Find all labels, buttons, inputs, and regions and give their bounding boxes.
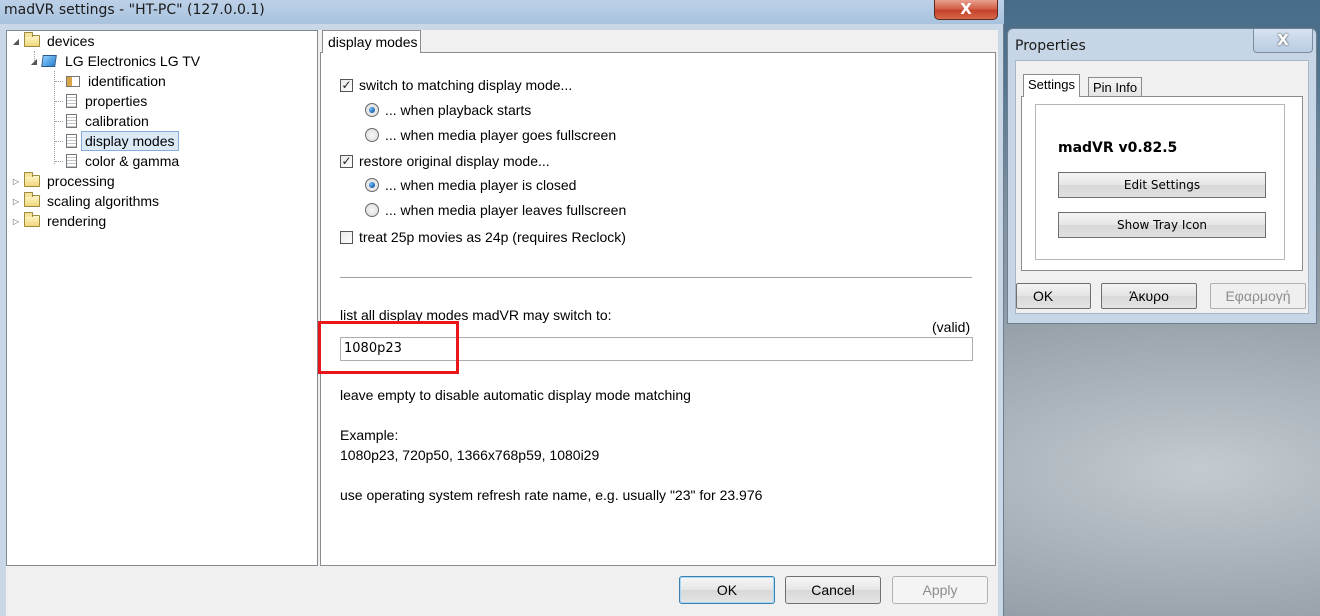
tree-connector — [54, 71, 55, 164]
properties-window: Properties X Settings Pin Info madVR v0.… — [1007, 28, 1317, 324]
monitor-icon — [41, 55, 57, 67]
checkbox-box[interactable] — [340, 230, 353, 244]
checkbox-label: treat 25p movies as 24p (requires Recloc… — [359, 229, 626, 245]
tree-item-label: rendering — [47, 213, 107, 229]
tree-item-rendering[interactable]: ▷ rendering — [11, 211, 110, 231]
show-tray-icon-button[interactable]: Show Tray Icon — [1058, 212, 1266, 238]
restore-original-checkbox[interactable]: ✓ restore original display mode... — [340, 153, 550, 169]
properties-apply-button[interactable]: Εφαρμογή — [1210, 283, 1306, 309]
collapse-triangle-icon[interactable]: ◢ — [11, 37, 21, 46]
section-divider — [340, 277, 972, 279]
madvr-settings-window: madVR settings - "HT-PC" (127.0.0.1) X ◢… — [0, 0, 1004, 616]
document-icon — [66, 134, 77, 148]
treat-25p-checkbox[interactable]: treat 25p movies as 24p (requires Recloc… — [340, 229, 626, 245]
tree-item-label: scaling algorithms — [47, 193, 160, 209]
edit-settings-button[interactable]: Edit Settings — [1058, 172, 1266, 198]
example-values: 1080p23, 720p50, 1366x768p59, 1080i29 — [340, 447, 600, 463]
player-closed-radio[interactable]: ... when media player is closed — [365, 177, 576, 193]
tree-connector — [55, 81, 63, 82]
folder-icon — [24, 192, 40, 207]
tree-item-scaling[interactable]: ▷ scaling algorithms — [11, 191, 163, 211]
checkbox-label: restore original display mode... — [359, 153, 550, 169]
goes-fullscreen-radio[interactable]: ... when media player goes fullscreen — [365, 127, 616, 143]
madvr-property-page: madVR v0.82.5 Edit Settings Show Tray Ic… — [1035, 104, 1285, 260]
close-window-button[interactable]: X — [1253, 29, 1313, 53]
apply-button[interactable]: Apply — [892, 576, 988, 604]
tree-item-label: calibration — [85, 113, 149, 129]
id-card-icon — [66, 75, 80, 87]
modes-list-label: list all display modes madVR may switch … — [340, 307, 612, 323]
expand-triangle-icon[interactable]: ▷ — [11, 177, 21, 186]
version-label: madVR v0.82.5 — [1058, 140, 1178, 156]
tree-item-color-gamma[interactable]: color & gamma — [66, 151, 183, 171]
tab-display-modes[interactable]: display modes — [322, 30, 421, 53]
checkbox-box[interactable]: ✓ — [340, 154, 353, 168]
document-icon — [66, 114, 77, 128]
folder-icon — [24, 32, 40, 47]
close-window-button[interactable]: X — [934, 0, 998, 20]
radio-button-selected[interactable] — [365, 178, 379, 192]
radio-label: ... when media player leaves fullscreen — [385, 202, 627, 218]
document-icon — [66, 94, 77, 108]
folder-icon — [24, 172, 40, 187]
title-bar[interactable]: madVR settings - "HT-PC" (127.0.0.1) — [0, 0, 1004, 24]
collapse-triangle-icon[interactable]: ◢ — [29, 57, 39, 66]
radio-button-selected[interactable] — [365, 103, 379, 117]
window-title: Properties — [1015, 38, 1086, 54]
tree-item-label: devices — [47, 33, 95, 49]
tree-item-properties[interactable]: properties — [66, 91, 151, 111]
properties-client-area: Settings Pin Info madVR v0.82.5 Edit Set… — [1015, 60, 1309, 314]
tree-connector — [55, 101, 63, 102]
cancel-button[interactable]: Cancel — [785, 576, 881, 604]
window-client-area: ◢ devices ◢ LG Electronics LG TV identif… — [6, 30, 998, 616]
folder-icon — [24, 212, 40, 227]
document-icon — [66, 154, 77, 168]
display-modes-input[interactable]: 1080p23 — [340, 337, 973, 361]
settings-tab-panel: madVR v0.82.5 Edit Settings Show Tray Ic… — [1021, 96, 1303, 271]
tree-connector — [55, 121, 63, 122]
tree-connector — [55, 141, 63, 142]
tab-pin-info[interactable]: Pin Info — [1088, 77, 1143, 96]
valid-status: (valid) — [932, 319, 971, 335]
tree-item-label: display modes — [81, 131, 179, 151]
tree-item-label: processing — [47, 173, 115, 189]
radio-label: ... when playback starts — [385, 102, 532, 118]
checkbox-label: switch to matching display mode... — [359, 77, 573, 93]
radio-label: ... when media player is closed — [385, 177, 577, 193]
tree-item-label: LG Electronics LG TV — [65, 53, 201, 69]
expand-triangle-icon[interactable]: ▷ — [11, 197, 21, 206]
checkbox-box[interactable]: ✓ — [340, 78, 353, 92]
refresh-rate-note: use operating system refresh rate name, … — [340, 487, 763, 503]
settings-tree[interactable]: ◢ devices ◢ LG Electronics LG TV identif… — [6, 30, 318, 566]
radio-label: ... when media player goes fullscreen — [385, 127, 617, 143]
tree-item-lg-tv[interactable]: ◢ LG Electronics LG TV — [29, 51, 204, 71]
radio-button[interactable] — [365, 128, 379, 142]
properties-cancel-button[interactable]: Άκυρο — [1101, 283, 1197, 309]
tree-connector — [55, 161, 63, 162]
ok-button[interactable]: OK — [679, 576, 775, 604]
radio-button[interactable] — [365, 203, 379, 217]
tab-settings[interactable]: Settings — [1023, 74, 1080, 97]
tree-item-label: properties — [85, 93, 148, 109]
tree-item-identification[interactable]: identification — [66, 71, 170, 91]
tree-item-label: identification — [88, 73, 166, 89]
switch-matching-checkbox[interactable]: ✓ switch to matching display mode... — [340, 77, 572, 93]
window-title: madVR settings - "HT-PC" (127.0.0.1) — [4, 2, 265, 18]
leave-empty-hint: leave empty to disable automatic display… — [340, 387, 691, 403]
playback-starts-radio[interactable]: ... when playback starts — [365, 102, 531, 118]
tree-item-calibration[interactable]: calibration — [66, 111, 153, 131]
leaves-fullscreen-radio[interactable]: ... when media player leaves fullscreen — [365, 202, 626, 218]
display-modes-panel: ✓ switch to matching display mode... ...… — [318, 52, 996, 566]
tree-item-processing[interactable]: ▷ processing — [11, 171, 119, 191]
expand-triangle-icon[interactable]: ▷ — [11, 217, 21, 226]
example-heading: Example: — [340, 427, 399, 443]
tree-item-label: color & gamma — [85, 153, 180, 169]
properties-ok-button[interactable]: OK — [1016, 283, 1091, 309]
tree-item-devices[interactable]: ◢ devices — [11, 31, 98, 51]
tree-item-display-modes[interactable]: display modes — [66, 131, 179, 151]
